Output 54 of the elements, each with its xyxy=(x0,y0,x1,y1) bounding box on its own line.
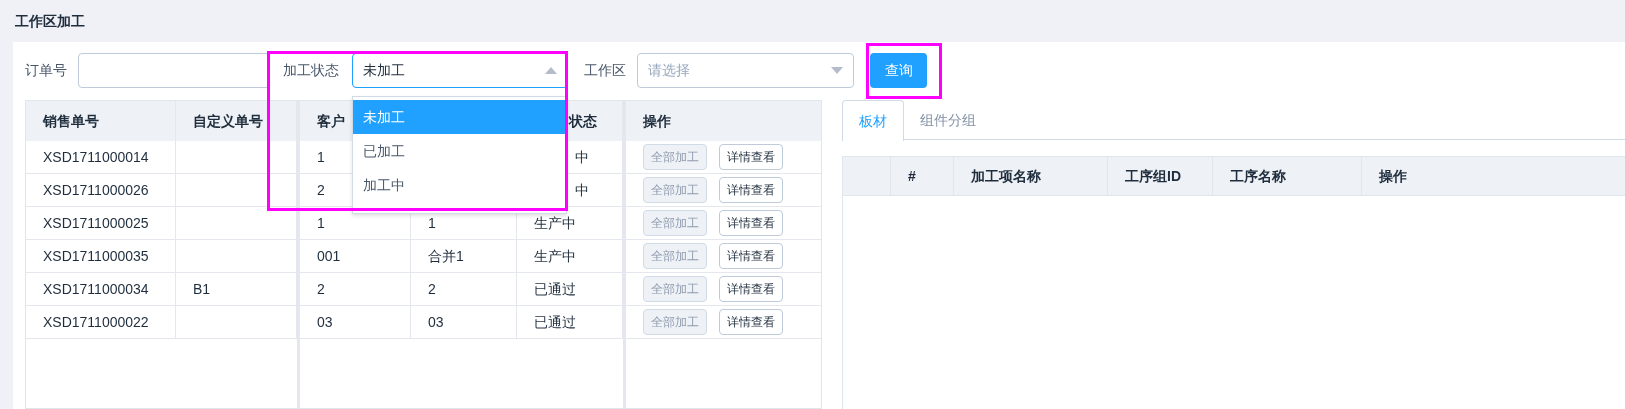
tab[interactable]: 板材 xyxy=(842,100,904,141)
table-cell-text: 2 xyxy=(316,279,325,299)
caret-icon xyxy=(545,67,557,74)
field-label: 订单号 xyxy=(25,61,68,80)
column-header: 状态 xyxy=(567,111,597,131)
table-cell-text: 已通过 xyxy=(533,279,576,299)
table-cell-text: 中 xyxy=(574,147,589,167)
order-number-field[interactable] xyxy=(78,53,270,88)
table-cell-text: 03 xyxy=(427,312,444,332)
status-select[interactable]: 未加工 xyxy=(352,53,568,88)
area-select[interactable]: 请选择 xyxy=(637,53,854,88)
details-button[interactable]: 详情查看 xyxy=(719,309,783,335)
table-cell-text: XSD1711000034 xyxy=(42,279,149,299)
column-header: 销售单号 xyxy=(41,111,99,131)
column-header: 自定义单号 xyxy=(192,111,263,131)
column-header: 工序组ID xyxy=(1125,166,1181,186)
table-cell-text: 001 xyxy=(316,246,341,266)
caret-icon xyxy=(831,67,843,74)
table-cell-text: XSD1711000025 xyxy=(42,213,149,233)
table-cell-text: 03 xyxy=(316,312,333,332)
tab[interactable]: 组件分组 xyxy=(904,100,992,140)
dropdown-option[interactable]: 未加工 xyxy=(353,100,566,134)
table-cell-text: 已通过 xyxy=(533,312,576,332)
table-cell-text: 1 xyxy=(316,213,325,233)
dropdown-option[interactable]: 已加工 xyxy=(353,134,566,168)
table-cell-text: XSD1711000026 xyxy=(42,180,149,200)
table-cell-text: 生产中 xyxy=(533,246,576,266)
column-header: 工序名称 xyxy=(1230,166,1286,186)
query-button[interactable]: 查询 xyxy=(870,53,927,88)
page-title: 工作区加工 xyxy=(15,11,85,31)
table-cell-text: 合并1 xyxy=(427,246,464,266)
table-cell-text: 2 xyxy=(427,279,436,299)
details-button[interactable]: 详情查看 xyxy=(719,210,783,236)
column-header: 加工项名称 xyxy=(971,166,1041,186)
table-cell-text: 2 xyxy=(316,180,325,200)
table-cell-text: B1 xyxy=(192,279,211,299)
table-cell-text: 1 xyxy=(316,147,325,167)
details-button[interactable]: 详情查看 xyxy=(719,243,783,269)
column-header: 操作 xyxy=(642,111,671,131)
table-cell-text: XSD1711000022 xyxy=(42,312,149,332)
column-header: # xyxy=(908,166,916,186)
details-button[interactable]: 详情查看 xyxy=(719,177,783,203)
table-cell-text: XSD1711000014 xyxy=(42,147,149,167)
table-cell-text: 1 xyxy=(427,213,436,233)
table-cell-text: XSD1711000035 xyxy=(42,246,149,266)
details-button[interactable]: 详情查看 xyxy=(719,276,783,302)
dropdown-option[interactable]: 加工中 xyxy=(353,168,566,202)
table-cell-text: 生产中 xyxy=(533,213,576,233)
field-label: 加工状态 xyxy=(283,61,340,80)
column-header: 操作 xyxy=(1379,166,1407,186)
field-label: 工作区 xyxy=(584,61,627,80)
table-cell-text: 中 xyxy=(574,180,589,200)
details-button[interactable]: 详情查看 xyxy=(719,144,783,170)
column-header: 客户 xyxy=(316,111,345,131)
